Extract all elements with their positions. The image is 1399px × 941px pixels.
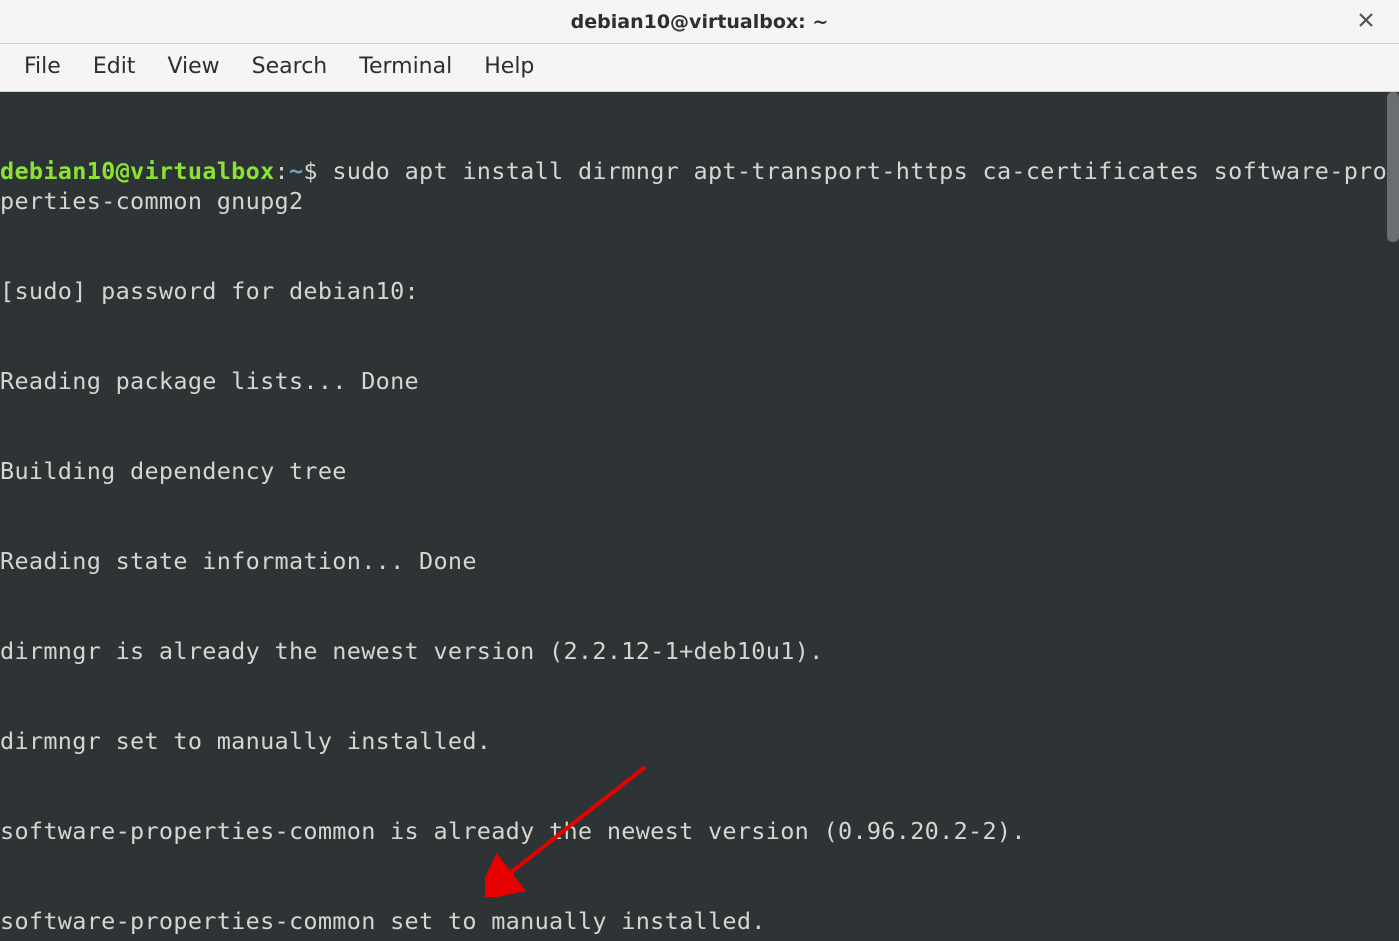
prompt-line: debian10@virtualbox:~$ sudo apt install …: [0, 156, 1399, 216]
close-icon[interactable]: [1351, 8, 1381, 37]
prompt-user: debian10@virtualbox: [0, 157, 275, 185]
menu-help[interactable]: Help: [468, 50, 550, 83]
window-title: debian10@virtualbox: ~: [571, 11, 829, 33]
scrollbar-thumb[interactable]: [1387, 92, 1399, 242]
output-line: [sudo] password for debian10:: [0, 276, 1399, 306]
output-line: Reading state information... Done: [0, 546, 1399, 576]
output-line: software-properties-common set to manual…: [0, 906, 1399, 936]
output-line: Building dependency tree: [0, 456, 1399, 486]
menu-terminal[interactable]: Terminal: [343, 50, 468, 83]
menu-edit[interactable]: Edit: [77, 50, 152, 83]
output-line: software-properties-common is already th…: [0, 816, 1399, 846]
window-titlebar: debian10@virtualbox: ~: [0, 0, 1399, 44]
menu-file[interactable]: File: [8, 50, 77, 83]
terminal-output[interactable]: debian10@virtualbox:~$ sudo apt install …: [0, 92, 1399, 941]
prompt-path: ~: [289, 157, 303, 185]
prompt-symbol: $: [303, 157, 317, 185]
output-line: dirmngr is already the newest version (2…: [0, 636, 1399, 666]
prompt-colon: :: [275, 157, 289, 185]
menu-view[interactable]: View: [151, 50, 235, 83]
menu-search[interactable]: Search: [236, 50, 344, 83]
output-line: dirmngr set to manually installed.: [0, 726, 1399, 756]
menubar: File Edit View Search Terminal Help: [0, 44, 1399, 92]
output-line: Reading package lists... Done: [0, 366, 1399, 396]
